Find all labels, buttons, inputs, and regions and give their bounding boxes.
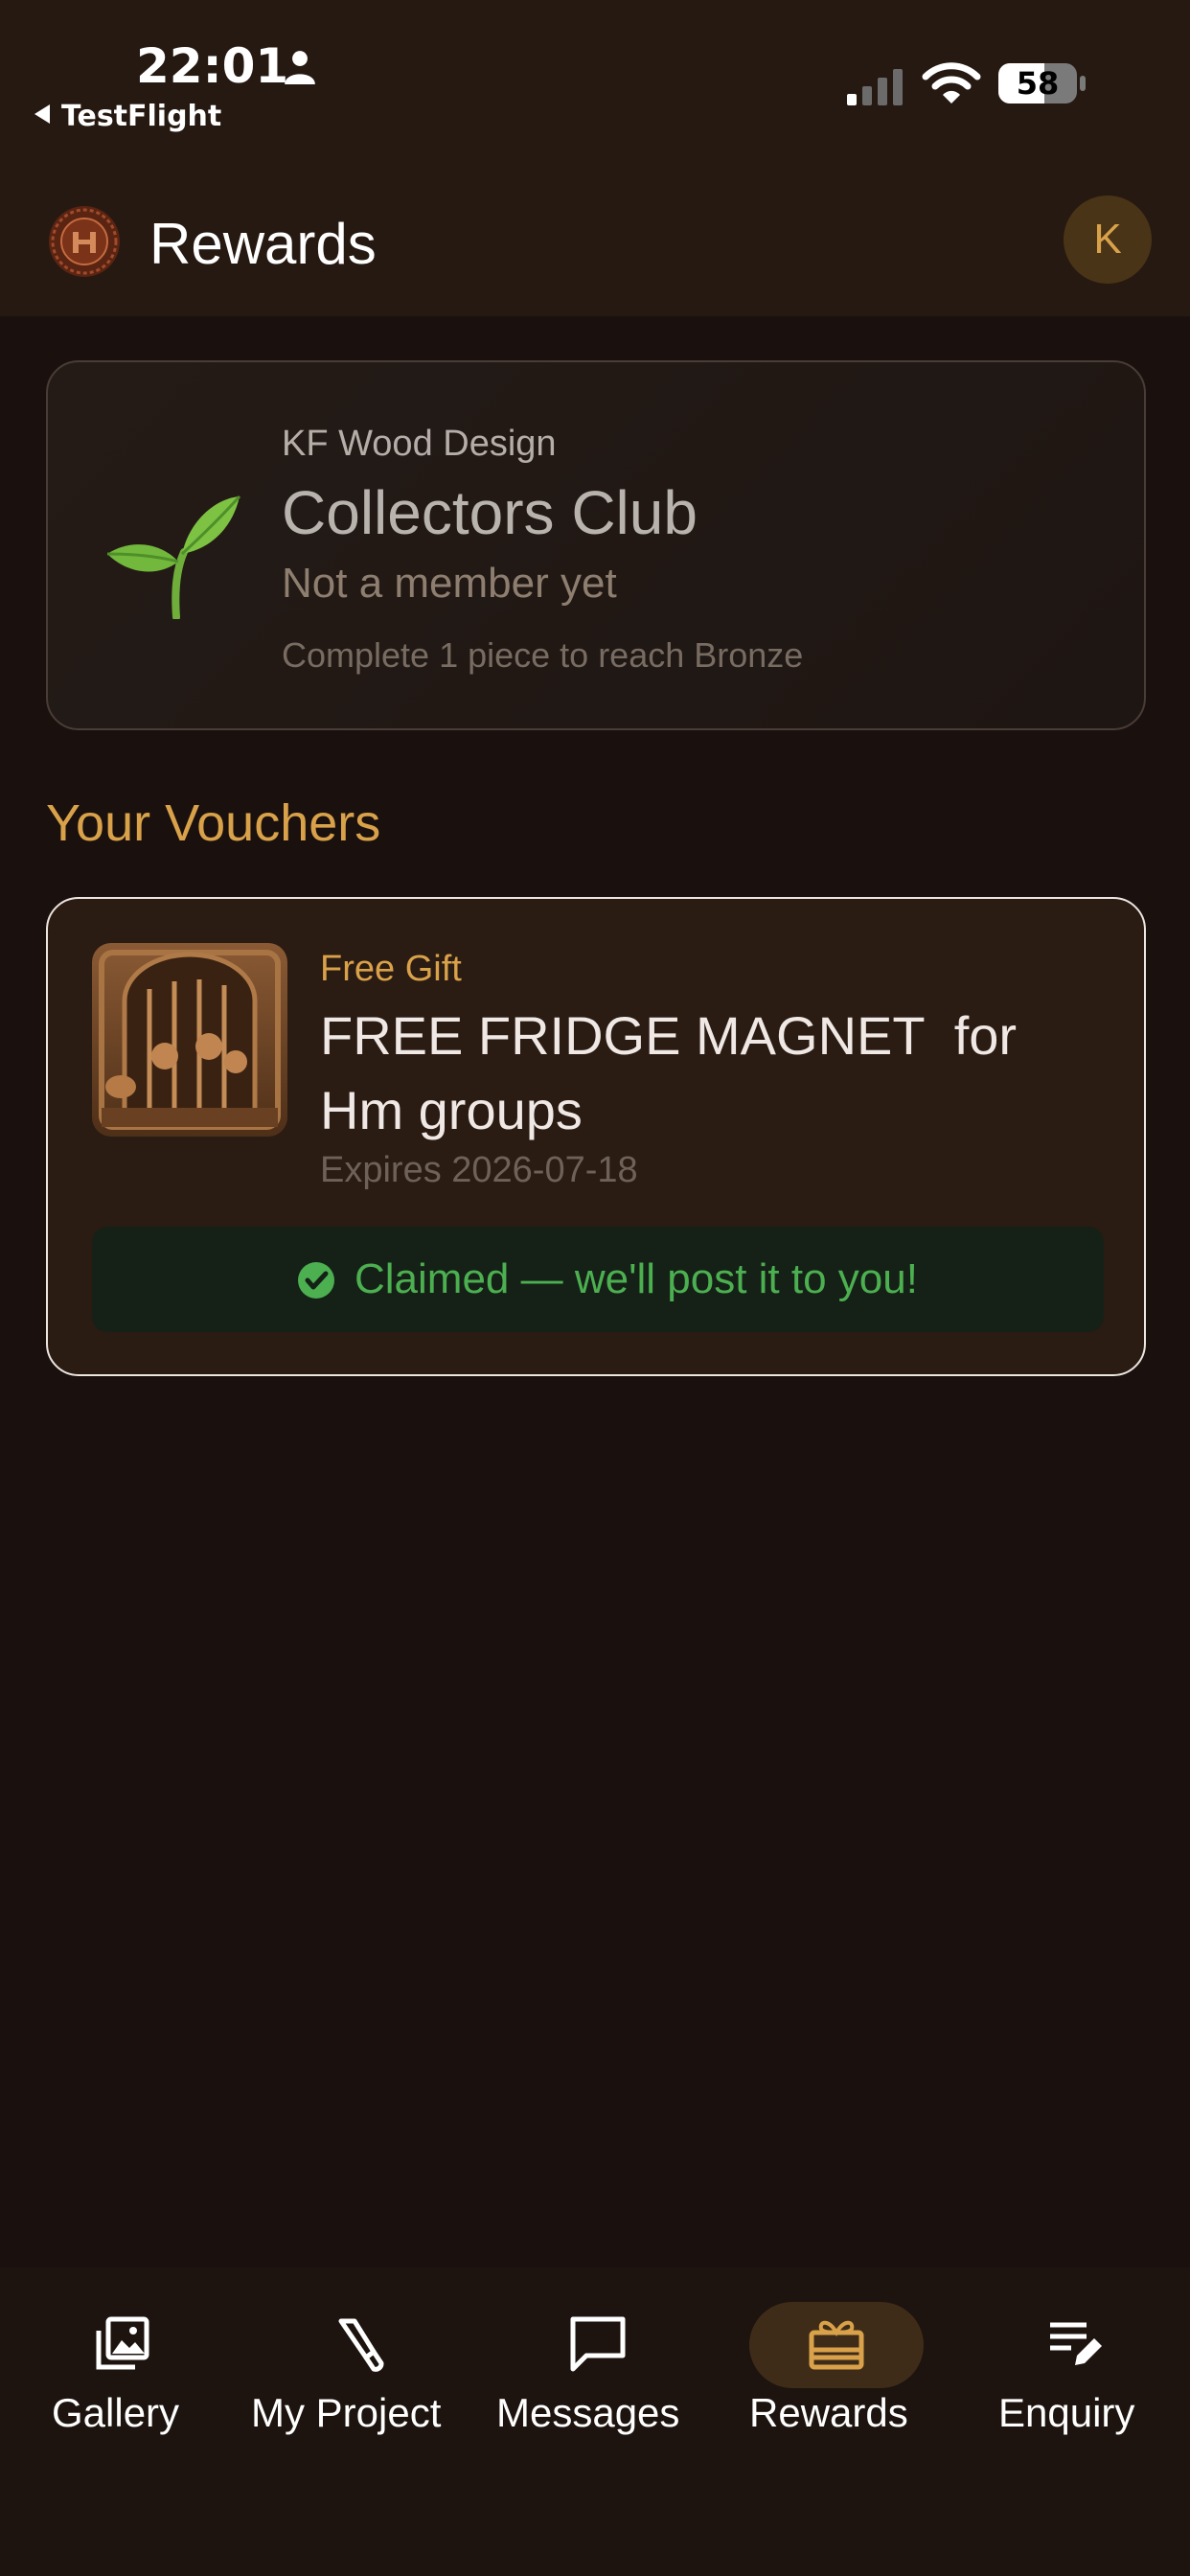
membership-status: Not a member yet bbox=[282, 560, 617, 607]
tab-label: My Project bbox=[251, 2390, 442, 2435]
voucher-title: FREE FRIDGE MAGNET for Hm groups bbox=[320, 1005, 1018, 1140]
tab-label: Rewards bbox=[749, 2390, 908, 2435]
collectors-club-card[interactable]: KF Wood Design Collectors Club Not a mem… bbox=[46, 360, 1146, 730]
club-title: Collectors Club bbox=[282, 478, 698, 547]
status-time: 22:01 bbox=[136, 38, 289, 94]
check-circle-icon bbox=[298, 1262, 334, 1299]
edit-list-icon bbox=[1050, 2322, 1102, 2365]
back-to-app-link[interactable]: TestFlight bbox=[34, 100, 221, 133]
tool-icon bbox=[338, 2318, 384, 2372]
signal-icon bbox=[847, 69, 903, 105]
membership-progress: Complete 1 piece to reach Bronze bbox=[282, 635, 804, 675]
gallery-icon bbox=[96, 2316, 149, 2370]
user-avatar[interactable]: K bbox=[1064, 196, 1152, 284]
tab-label: Enquiry bbox=[998, 2390, 1135, 2435]
tab-messages[interactable]: Messages bbox=[479, 2267, 719, 2459]
tab-label: Messages bbox=[496, 2390, 680, 2435]
tab-rewards[interactable]: Rewards bbox=[719, 2267, 958, 2459]
voucher-expiry: Expires 2026-07-18 bbox=[320, 1150, 638, 1190]
person-icon bbox=[285, 51, 315, 84]
voucher-thumbnail bbox=[92, 943, 287, 1137]
tab-enquiry[interactable]: Enquiry bbox=[958, 2267, 1190, 2459]
bottom-tab-bar: Gallery My Project Messages Rewards Enqu… bbox=[0, 2267, 1190, 2576]
page-title: Rewards bbox=[149, 212, 377, 276]
back-arrow-icon bbox=[34, 104, 50, 124]
tab-label: Gallery bbox=[52, 2390, 180, 2435]
message-icon bbox=[570, 2316, 626, 2372]
tab-gallery[interactable]: Gallery bbox=[0, 2267, 240, 2459]
back-app-label: TestFlight bbox=[61, 100, 222, 133]
status-bar: 22:01 TestFlight 58 bbox=[0, 0, 1190, 172]
tab-my-project[interactable]: My Project bbox=[240, 2267, 479, 2459]
app-header: Rewards K bbox=[0, 172, 1190, 316]
voucher-card[interactable]: Free Gift FREE FRIDGE MAGNET for Hm grou… bbox=[46, 897, 1146, 1376]
app-logo bbox=[49, 206, 120, 277]
claimed-status-banner: Claimed — we'll post it to you! bbox=[92, 1227, 1104, 1332]
voucher-type: Free Gift bbox=[320, 949, 462, 989]
sprout-icon bbox=[106, 494, 241, 619]
club-brand: KF Wood Design bbox=[282, 424, 557, 464]
claimed-status-text: Claimed — we'll post it to you! bbox=[355, 1255, 918, 1302]
wifi-icon bbox=[922, 62, 981, 104]
vouchers-section-title: Your Vouchers bbox=[46, 794, 381, 852]
gift-icon bbox=[809, 2320, 864, 2370]
battery-level: 58 bbox=[1016, 65, 1060, 102]
